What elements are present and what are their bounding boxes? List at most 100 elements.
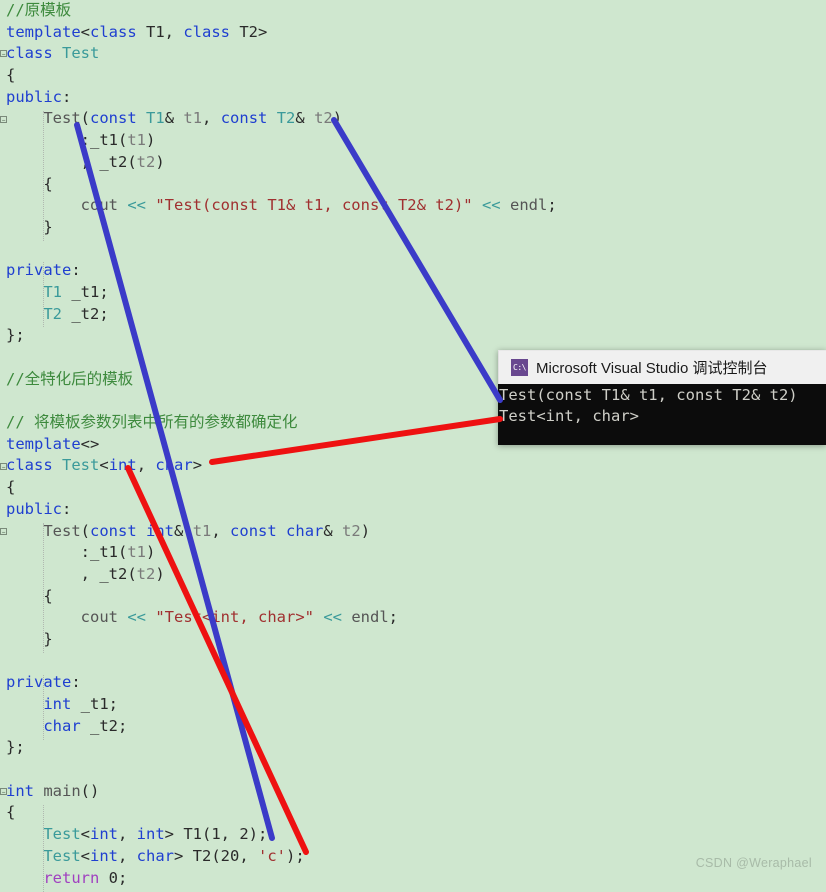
code-line[interactable]: Test<int, int> T1(1, 2); [0,824,557,846]
code-token: << [127,608,146,627]
code-line[interactable]: T2 _t2; [0,304,557,326]
code-line[interactable]: int _t1; [0,694,557,716]
code-token: ; [388,608,399,627]
debug-console-window[interactable]: C:\ Microsoft Visual Studio 调试控制台 Test(c… [498,350,826,445]
indent-guide [43,522,45,653]
code-line[interactable]: }; [0,325,557,347]
code-line[interactable]: { [0,65,557,87]
code-content[interactable]: //原模板 template<class T1, class T2> class T… [0,0,557,889]
code-token: T2 [276,109,296,128]
code-line[interactable]: { [0,174,557,196]
code-token: } [43,217,53,236]
code-token: Test [43,521,81,540]
code-line[interactable]: // 将模板参数列表中所有的参数都确定化 [0,412,557,434]
code-line[interactable]: public: [0,499,557,521]
code-line[interactable]: class Test<int, char> [0,455,557,477]
code-line[interactable] [0,651,557,673]
code-token: & [174,521,193,540]
code-token: , [118,825,137,844]
code-line[interactable]: private: [0,260,557,282]
code-token: & [295,109,315,128]
code-token: int [146,521,175,540]
code-line[interactable]: template<class T1, class T2> [0,22,557,44]
code-token: 'c' [258,846,286,865]
code-line[interactable]: public: [0,87,557,109]
code-token: < [99,456,109,475]
code-line[interactable]: char _t2; [0,716,557,738]
code-token: Test [43,846,81,865]
code-token: char [136,846,174,865]
code-line[interactable]: { [0,477,557,499]
code-token: { [6,803,16,822]
console-title-bar[interactable]: C:\ Microsoft Visual Studio 调试控制台 [498,350,826,384]
code-line[interactable]: Test(const T1& t1, const T2& t2) [0,108,557,130]
code-token: _t1; [71,695,118,713]
code-line[interactable]: } [0,217,557,239]
console-cmd-icon: C:\ [511,359,528,376]
code-line[interactable]: }; [0,737,557,759]
code-line[interactable] [0,347,557,369]
code-token: //原模板 [6,1,72,19]
console-output-line: Test<int, char> [499,407,639,425]
code-line[interactable]: private: [0,672,557,694]
code-token: ) [146,131,156,150]
code-line[interactable] [0,390,557,412]
code-line[interactable] [0,759,557,781]
code-token: : [62,499,72,518]
code-token: _t2; [62,304,109,323]
code-token: //全特化后的模板 [6,369,134,388]
code-token: t2 [342,521,361,540]
code-token: < [80,22,90,41]
code-token: << [323,608,342,627]
code-line[interactable]: cout << "Test<int, char>" << endl; [0,607,557,629]
code-line[interactable]: { [0,802,557,824]
code-line[interactable]: , _t2(t2) [0,564,557,586]
code-line[interactable]: , _t2(t2) [0,152,557,174]
code-token: :_t1( [80,131,128,150]
code-line[interactable]: template<> [0,434,557,456]
indent-guide [43,804,45,892]
code-token: Test [43,825,81,844]
code-line[interactable]: } [0,629,557,651]
code-line[interactable]: Test<int, char> T2(20, 'c'); [0,846,557,868]
code-line[interactable]: //全特化后的模板 [0,369,557,391]
code-token: T2> [230,22,268,41]
code-token: { [6,478,16,497]
code-line[interactable]: T1 _t1; [0,282,557,304]
code-token: }; [6,326,25,345]
code-token: t2 [136,152,156,171]
code-line[interactable]: :_t1(t1) [0,130,557,152]
code-token: // 将模板参数列表中所有的参数都确定化 [6,413,298,432]
code-token: << [127,196,146,215]
code-token: t1 [183,109,203,128]
code-line[interactable]: Test(const int& t1, const char& t2) [0,521,557,543]
code-token: () [80,781,100,800]
code-line[interactable]: return 0; [0,868,557,890]
code-line[interactable]: int main() [0,781,557,803]
code-token: T1 [43,282,62,301]
code-line[interactable]: :_t1(t1) [0,542,557,564]
code-token: { [43,174,53,193]
code-line[interactable]: { [0,586,557,608]
code-line[interactable]: //原模板 [0,0,557,22]
code-token: Test [62,456,100,475]
code-token: Test [62,44,100,63]
code-token: } [43,629,53,648]
code-token: int [90,846,118,865]
code-line[interactable]: cout << "Test(const T1& t1, const T2& t2… [0,195,557,217]
code-token: , [202,109,221,128]
code-token: char [43,716,81,735]
code-token: { [43,586,53,605]
code-line[interactable]: class Test [0,43,557,65]
code-line[interactable] [0,239,557,261]
code-token: ) [146,543,156,562]
